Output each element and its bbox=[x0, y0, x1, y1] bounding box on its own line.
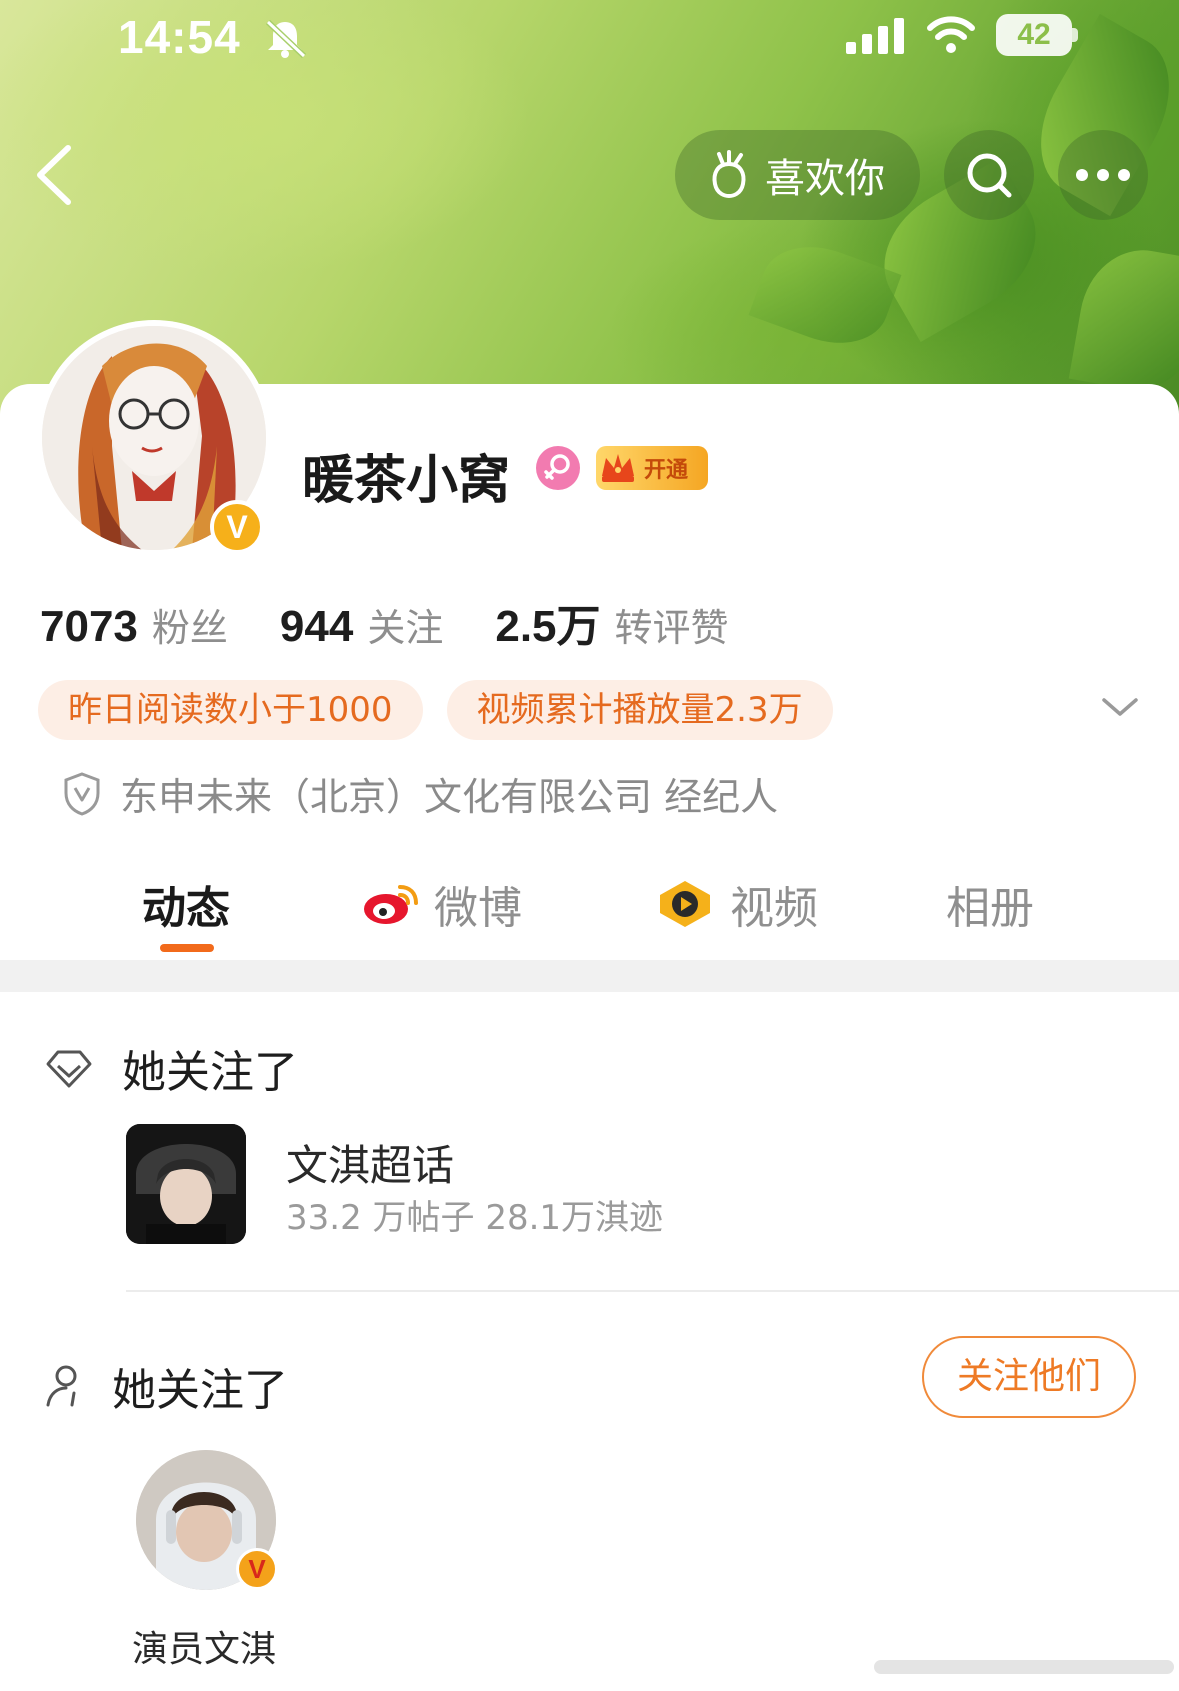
wifi-icon bbox=[927, 16, 975, 53]
back-arrow-icon[interactable] bbox=[30, 140, 80, 210]
status-time: 14:54 bbox=[118, 11, 241, 63]
tab-label: 微博 bbox=[434, 883, 522, 934]
female-gender-icon bbox=[536, 446, 580, 490]
tab-label: 动态 bbox=[142, 883, 230, 934]
search-icon bbox=[967, 153, 1012, 198]
vip-activate-badge[interactable]: 开通 bbox=[596, 446, 708, 490]
portrait-photo bbox=[126, 1124, 246, 1244]
carrot-icon bbox=[712, 150, 746, 199]
divider bbox=[126, 1290, 1179, 1292]
shield-v-icon bbox=[64, 771, 100, 816]
profile-stats: 7073 粉丝 944 关注 2.5万 转评赞 bbox=[40, 590, 781, 654]
follow-them-button[interactable]: 关注他们 bbox=[922, 1336, 1136, 1418]
tab-label: 相册 bbox=[946, 883, 1034, 934]
interactions-count[interactable]: 2.5万 bbox=[495, 590, 600, 654]
users-section-header: 她关注了 bbox=[44, 1354, 288, 1418]
leaf-decoration bbox=[748, 230, 902, 360]
vip-activate-label: 开通 bbox=[644, 458, 689, 483]
video-play-icon bbox=[660, 881, 710, 927]
followed-user-name[interactable]: 演员文淇 bbox=[132, 1620, 276, 1672]
section-title: 她关注了 bbox=[112, 1365, 288, 1416]
diamond-icon bbox=[46, 1050, 92, 1088]
profile-tags: 昨日阅读数小于1000 视频累计播放量2.3万 bbox=[38, 680, 857, 740]
following-label[interactable]: 关注 bbox=[367, 597, 443, 652]
tab-weibo[interactable]: 微博 bbox=[362, 872, 522, 936]
battery-icon: 42 bbox=[996, 14, 1078, 56]
weibo-logo-icon bbox=[364, 885, 418, 924]
chevron-down-icon[interactable] bbox=[1098, 692, 1142, 722]
supertopic-section-header: 她关注了 bbox=[44, 1036, 298, 1100]
tab-dynamics[interactable]: 动态 bbox=[142, 872, 230, 936]
verified-v-badge: V bbox=[210, 500, 264, 554]
followers-count[interactable]: 7073 bbox=[40, 602, 138, 652]
tab-album[interactable]: 相册 bbox=[946, 872, 1034, 936]
supertopic-name[interactable]: 文淇超话 bbox=[286, 1132, 454, 1193]
more-dots-icon bbox=[1076, 169, 1130, 181]
section-separator bbox=[0, 960, 1179, 992]
search-button[interactable] bbox=[944, 130, 1034, 220]
certification-row: 东申未来（北京）文化有限公司 经纪人 bbox=[62, 766, 778, 821]
profile-username: 暖茶小窝 bbox=[302, 451, 511, 511]
profile-tabs: 动态 微博 视频 相册 bbox=[0, 860, 1179, 960]
followers-label[interactable]: 粉丝 bbox=[152, 597, 228, 652]
battery-level: 42 bbox=[1017, 18, 1051, 51]
crown-icon bbox=[602, 454, 634, 482]
active-tab-indicator bbox=[160, 944, 214, 952]
bell-muted-icon bbox=[265, 19, 307, 58]
more-button[interactable] bbox=[1058, 130, 1148, 220]
like-you-button[interactable]: 喜欢你 bbox=[675, 130, 920, 220]
certification-text: 东申未来（北京）文化有限公司 经纪人 bbox=[120, 775, 779, 819]
followed-user-verified-badge: V bbox=[236, 1548, 278, 1590]
home-indicator bbox=[874, 1660, 1174, 1674]
profile-tag[interactable]: 视频累计播放量2.3万 bbox=[446, 680, 833, 740]
supertopic-meta: 33.2 万帖子 28.1万淇迹 bbox=[286, 1198, 664, 1238]
cellular-signal-icon bbox=[846, 18, 904, 54]
leaf-decoration bbox=[1068, 240, 1179, 400]
tab-video[interactable]: 视频 bbox=[654, 872, 818, 936]
section-title: 她关注了 bbox=[122, 1047, 298, 1098]
tab-label: 视频 bbox=[730, 883, 818, 934]
profile-tag[interactable]: 昨日阅读数小于1000 bbox=[38, 680, 423, 740]
user-icon bbox=[46, 1365, 77, 1407]
like-you-label: 喜欢你 bbox=[765, 156, 885, 202]
supertopic-thumbnail[interactable] bbox=[126, 1124, 246, 1244]
following-count[interactable]: 944 bbox=[280, 602, 353, 652]
interactions-label[interactable]: 转评赞 bbox=[615, 597, 729, 652]
